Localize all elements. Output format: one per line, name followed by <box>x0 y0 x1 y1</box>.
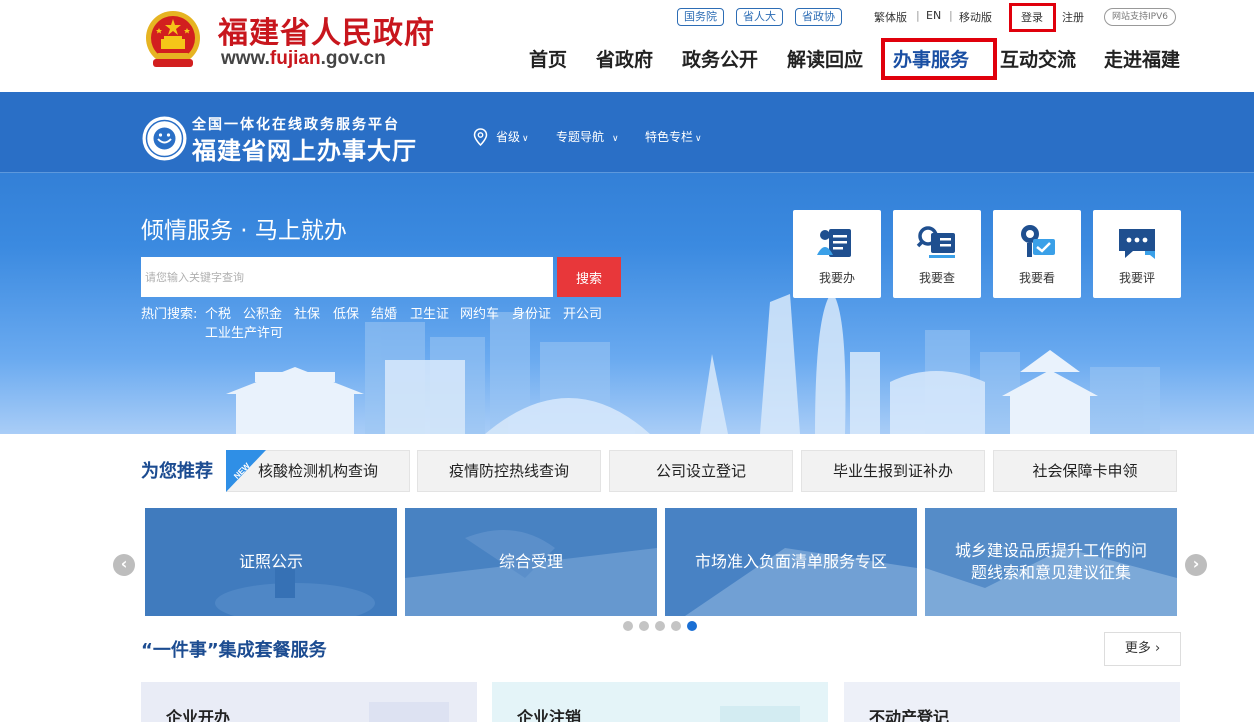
query-icon <box>916 226 955 258</box>
topic-label: 专题导航 <box>556 130 605 144</box>
gov-site-title[interactable]: 福建省人民政府 <box>218 8 435 52</box>
search-button[interactable]: 搜索 <box>557 257 621 297</box>
new-badge-icon: NEW <box>226 450 266 492</box>
hot-search-label: 热门搜索: <box>141 307 198 322</box>
hot-search-item[interactable]: 结婚 <box>371 303 397 322</box>
link-provincial-congress[interactable]: 省人大 <box>736 8 783 26</box>
slide-title: 城乡建设品质提升工作的问题线索和意见建议征集 <box>955 541 1148 582</box>
service-label: 我要评 <box>1118 271 1155 285</box>
topic-navigation-menu[interactable]: 专题导航 ∨ <box>556 128 619 145</box>
chevron-down-icon: ∨ <box>522 134 529 144</box>
slide-title: 综合受理 <box>498 552 563 571</box>
slide-title: 市场准入负面清单服务专区 <box>695 552 888 571</box>
traditional-chinese-link[interactable]: 繁体版 <box>874 9 907 25</box>
comment-icon <box>1119 229 1155 259</box>
package-card[interactable]: 企业开办 <box>141 682 477 722</box>
carousel-slide[interactable]: 证照公示 <box>145 508 397 616</box>
carousel-slide[interactable]: 综合受理 <box>405 508 657 616</box>
package-card-title: 不动产登记 <box>869 708 950 722</box>
nav-interpretation[interactable]: 解读回应 <box>787 45 863 72</box>
hot-search-item[interactable]: 开公司 <box>563 303 602 322</box>
hot-search-item[interactable]: 工业生产许可 <box>205 322 283 341</box>
recommend-item[interactable]: 毕业生报到证补办 <box>801 450 985 492</box>
card-decoration <box>369 702 449 722</box>
register-link[interactable]: 注册 <box>1062 9 1084 25</box>
divider: | <box>949 9 953 22</box>
hot-search-item[interactable]: 社保 <box>294 303 320 322</box>
more-label: 更多 <box>1124 641 1151 656</box>
nav-provincial-government[interactable]: 省政府 <box>596 45 653 72</box>
hall-title[interactable]: 福建省网上办事大厅 <box>192 131 417 166</box>
carousel-dot[interactable] <box>671 621 681 631</box>
carousel-dot[interactable] <box>639 621 649 631</box>
nav-interaction[interactable]: 互动交流 <box>1000 45 1076 72</box>
chevron-right-icon: › <box>1150 641 1161 656</box>
url-highlight: fujian <box>269 48 321 69</box>
service-card-comment[interactable]: 我要评 <box>1093 210 1181 298</box>
english-link[interactable]: EN <box>926 9 941 22</box>
login-link[interactable]: 登录 <box>1021 9 1043 25</box>
recommend-title: 为您推荐 <box>141 461 213 482</box>
carousel-next-button[interactable]: › <box>1185 554 1207 576</box>
national-emblem-icon <box>146 11 200 67</box>
carousel-slide[interactable]: 市场准入负面清单服务专区 <box>665 508 917 616</box>
carousel-dot-active[interactable] <box>687 621 697 631</box>
nav-home[interactable]: 首页 <box>529 45 567 72</box>
mobile-version-link[interactable]: 移动版 <box>959 9 992 25</box>
carousel-slide[interactable]: 城乡建设品质提升工作的问题线索和意见建议征集 <box>925 508 1177 616</box>
carousel-dot[interactable] <box>623 621 633 631</box>
url-suffix: .gov.cn <box>320 48 386 69</box>
card-decoration <box>720 706 800 722</box>
site-header: 福建省人民政府 www.fujian.gov.cn 国务院 省人大 省政协 繁体… <box>0 0 1254 92</box>
link-state-council[interactable]: 国务院 <box>677 8 724 26</box>
view-icon <box>1021 225 1055 257</box>
divider: | <box>916 9 920 22</box>
package-card[interactable]: 企业注销 <box>492 682 828 722</box>
slide-title: 证照公示 <box>238 552 303 571</box>
package-card-title: 企业开办 <box>166 708 231 722</box>
hall-topbar: 全国一体化在线政务服务平台 福建省网上办事大厅 省级 ∨ 专题导航 ∨ 特色专栏 ∨ <box>0 92 1254 173</box>
region-label: 省级 <box>496 130 521 144</box>
service-card-query[interactable]: 我要查 <box>893 210 981 298</box>
hot-search-item[interactable]: 卫生证 <box>410 303 449 322</box>
hot-search-item[interactable]: 公积金 <box>243 303 282 322</box>
package-card-title: 企业注销 <box>517 708 582 722</box>
recommend-item[interactable]: 疫情防控热线查询 <box>417 450 601 492</box>
service-label: 我要办 <box>818 271 855 285</box>
hot-search-item[interactable]: 网约车 <box>460 303 499 322</box>
service-hall-banner: 全国一体化在线政务服务平台 福建省网上办事大厅 省级 ∨ 专题导航 ∨ 特色专栏 ∨ <box>0 92 1254 434</box>
service-card-view[interactable]: 我要看 <box>993 210 1081 298</box>
nav-government-affairs[interactable]: 政务公开 <box>682 45 758 72</box>
recommend-item[interactable]: 社会保障卡申领 <box>993 450 1177 492</box>
hot-search-item[interactable]: 身份证 <box>512 303 551 322</box>
special-label: 特色专栏 <box>645 130 694 144</box>
ipv6-badge: 网站支持IPV6 <box>1104 8 1176 26</box>
chevron-down-icon: ∨ <box>695 134 702 144</box>
package-services-title: “一件事”集成套餐服务 <box>141 640 327 661</box>
recommend-item[interactable]: 公司设立登记 <box>609 450 793 492</box>
hero-slogan: 倾情服务 · 马上就办 <box>141 218 347 244</box>
more-button[interactable]: 更多 › <box>1104 632 1181 666</box>
carousel-dot[interactable] <box>655 621 665 631</box>
location-pin-icon <box>473 128 488 146</box>
link-provincial-cppcc[interactable]: 省政协 <box>795 8 842 26</box>
gov-site-url[interactable]: www.fujian.gov.cn <box>221 48 386 70</box>
service-label: 我要看 <box>1018 271 1055 285</box>
chevron-down-icon: ∨ <box>612 134 619 144</box>
service-label: 我要查 <box>918 271 955 285</box>
nav-about-fujian[interactable]: 走进福建 <box>1104 45 1180 72</box>
search-input[interactable] <box>141 257 553 297</box>
package-card[interactable]: 不动产登记 <box>844 682 1180 722</box>
region-selector[interactable]: 省级 ∨ <box>496 128 529 145</box>
service-card-apply[interactable]: 我要办 <box>793 210 881 298</box>
url-prefix: www. <box>221 48 270 69</box>
apply-icon <box>817 229 851 257</box>
special-column-menu[interactable]: 特色专栏 ∨ <box>645 128 702 145</box>
carousel-prev-button[interactable]: ‹ <box>113 554 135 576</box>
service-hall-logo-icon[interactable] <box>141 115 188 162</box>
hot-search-item[interactable]: 个税 <box>205 303 231 322</box>
nav-highlight-box <box>881 38 997 80</box>
hot-search-item[interactable]: 低保 <box>333 303 359 322</box>
